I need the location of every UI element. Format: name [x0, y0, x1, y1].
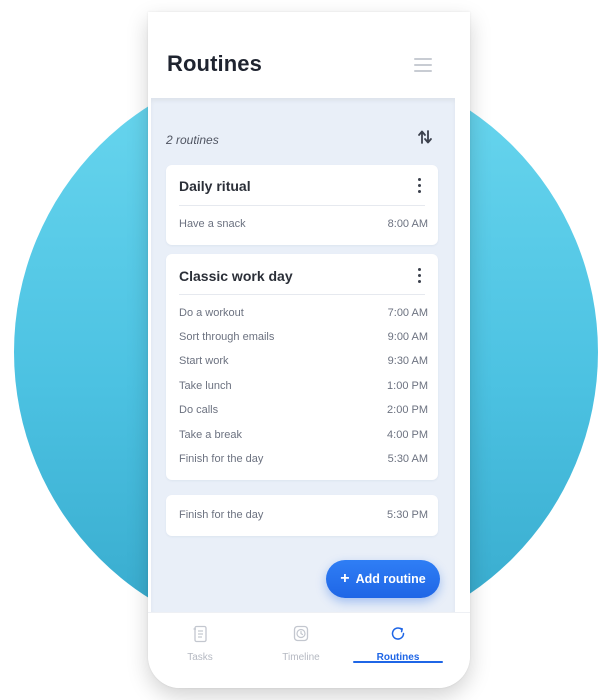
timeline-icon — [293, 625, 309, 642]
more-options-icon[interactable] — [414, 267, 424, 285]
add-routine-button[interactable]: + Add routine — [326, 560, 440, 598]
routine-item[interactable]: Start work 9:30 AM — [179, 352, 428, 370]
page-title: Routines — [167, 51, 262, 76]
routine-item[interactable]: Finish for the day 5:30 AM — [179, 450, 428, 468]
routine-title: Daily ritual — [179, 178, 251, 194]
routine-item-time: 5:30 PM — [387, 509, 428, 521]
tasks-icon — [193, 625, 207, 643]
routine-item[interactable]: Do a workout 7:00 AM — [179, 304, 428, 322]
routine-item-time: 2:00 PM — [387, 404, 428, 416]
routine-item-name: Finish for the day — [179, 509, 264, 521]
routine-item[interactable]: Have a snack 8:00 AM — [179, 215, 428, 233]
routine-item-name: Finish for the day — [179, 453, 264, 465]
sort-icon[interactable] — [417, 129, 433, 145]
routine-item[interactable]: Sort through emails 9:00 AM — [179, 328, 428, 346]
routine-item-name: Take lunch — [179, 380, 232, 392]
routine-item[interactable]: Take lunch 1:00 PM — [179, 377, 428, 395]
tab-label: Timeline — [282, 652, 320, 663]
card-divider — [179, 294, 425, 295]
tab-label: Tasks — [187, 652, 213, 663]
tab-routines[interactable]: Routines — [353, 621, 443, 665]
routine-item[interactable]: Do calls 2:00 PM — [179, 401, 428, 419]
routine-item-name: Start work — [179, 355, 229, 367]
routine-item-name: Do a workout — [179, 307, 244, 319]
card-divider — [179, 205, 425, 206]
routine-item-time: 8:00 AM — [387, 218, 428, 230]
phone-frame: Routines 2 routines Daily ritual Have a … — [148, 12, 470, 688]
routine-item-name: Do calls — [179, 404, 219, 416]
active-tab-indicator — [353, 661, 443, 663]
routine-item-time: 1:00 PM — [387, 380, 428, 392]
routine-card-daily-ritual[interactable]: Daily ritual Have a snack 8:00 AM — [166, 165, 438, 245]
routine-item-time: 7:00 AM — [387, 307, 428, 319]
routine-item-name: Sort through emails — [179, 331, 275, 343]
hamburger-menu-icon[interactable] — [412, 56, 434, 74]
routines-list-area: 2 routines Daily ritual Have a snack 8:0… — [151, 98, 455, 612]
add-routine-label: Add routine — [355, 572, 426, 586]
app-header: Routines — [148, 12, 470, 98]
routine-title: Classic work day — [179, 268, 293, 284]
routine-item-time: 5:30 AM — [387, 453, 428, 465]
tab-timeline[interactable]: Timeline — [256, 621, 346, 665]
routine-card-extra[interactable]: Finish for the day 5:30 PM — [166, 495, 438, 536]
routine-item-name: Take a break — [179, 429, 242, 441]
routine-item[interactable]: Finish for the day 5:30 PM — [179, 506, 428, 524]
routine-item-time: 4:00 PM — [387, 429, 428, 441]
routine-item-time: 9:30 AM — [387, 355, 428, 367]
tab-tasks[interactable]: Tasks — [155, 621, 245, 665]
routine-card-classic-work-day[interactable]: Classic work day Do a workout 7:00 AM So… — [166, 254, 438, 480]
routines-icon — [391, 627, 405, 640]
plus-icon: + — [340, 570, 350, 587]
routine-item-time: 9:00 AM — [387, 331, 428, 343]
routine-count: 2 routines — [166, 133, 219, 147]
more-options-icon[interactable] — [414, 177, 424, 195]
routine-item-name: Have a snack — [179, 218, 246, 230]
bottom-tab-bar: Tasks Timeline Routines — [148, 612, 470, 688]
routine-item[interactable]: Take a break 4:00 PM — [179, 426, 428, 444]
